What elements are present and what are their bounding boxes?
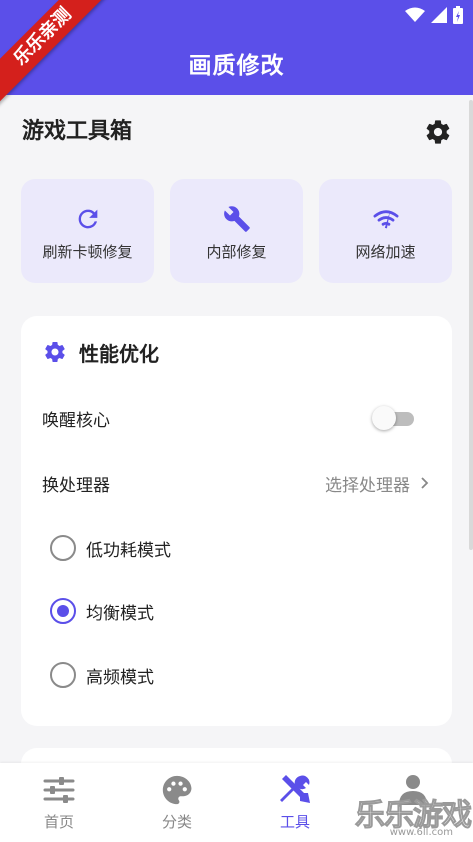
tool-grid: 刷新卡顿修复 内部修复 网络加速: [21, 179, 452, 283]
nav-label: 首页: [43, 813, 74, 831]
nav-category[interactable]: 分类: [118, 773, 236, 832]
gear-icon: [426, 120, 450, 144]
network-speed-icon: [373, 210, 398, 229]
toolbox-title: 游戏工具箱: [22, 119, 133, 144]
nav-tools[interactable]: 工具: [236, 773, 354, 832]
network-speedup-button[interactable]: 网络加速: [319, 179, 452, 283]
palette-icon: [162, 775, 192, 805]
gear-icon: [45, 342, 65, 362]
nav-label: 工具: [279, 813, 310, 831]
mode-high-frequency[interactable]: 高频模式: [50, 661, 154, 689]
battery-charging-icon: [453, 6, 463, 24]
performance-card: 性能优化 唤醒核心 换处理器 选择处理器 低功耗模式 均衡模式 高频模式: [21, 316, 452, 726]
settings-button[interactable]: [424, 118, 452, 146]
mode-label: 低功耗模式: [86, 540, 171, 561]
chevron-right-icon: [421, 477, 429, 489]
performance-header: 性能优化: [43, 338, 159, 366]
wake-core-label: 唤醒核心: [42, 410, 110, 431]
mode-balanced[interactable]: 均衡模式: [50, 597, 154, 625]
performance-title: 性能优化: [79, 341, 159, 366]
wake-core-row: 唤醒核心: [42, 403, 430, 433]
cpu-select-value: 选择处理器: [325, 475, 410, 496]
radio-button[interactable]: [50, 535, 76, 561]
tool-label: 网络加速: [355, 243, 416, 261]
radio-button[interactable]: [50, 598, 76, 624]
tool-label: 内部修复: [206, 243, 267, 261]
nav-home[interactable]: 首页: [0, 773, 118, 832]
cpu-row: 换处理器 选择处理器: [42, 468, 430, 498]
toolbox-header: 游戏工具箱: [22, 116, 452, 148]
wake-core-toggle[interactable]: [372, 406, 416, 430]
sliders-icon: [43, 777, 75, 803]
wifi-icon: [405, 7, 425, 22]
status-icons: [405, 6, 463, 24]
nav-label: 分类: [161, 813, 192, 831]
refresh-lag-fix-button[interactable]: 刷新卡顿修复: [21, 179, 154, 283]
tool-label: 刷新卡顿修复: [42, 243, 133, 261]
internal-fix-button[interactable]: 内部修复: [170, 179, 303, 283]
wrench-icon: [223, 206, 250, 232]
cpu-label: 换处理器: [42, 475, 110, 496]
radio-button[interactable]: [50, 662, 76, 688]
page-title: 画质修改: [188, 53, 285, 79]
signal-icon: [431, 7, 447, 23]
mode-label: 高频模式: [86, 667, 154, 688]
mode-label: 均衡模式: [86, 603, 154, 624]
watermark-url: www.6ll.com: [389, 827, 453, 838]
cpu-select[interactable]: 选择处理器: [325, 468, 430, 498]
refresh-icon: [78, 209, 97, 229]
mode-low-power[interactable]: 低功耗模式: [50, 534, 171, 562]
toggle-thumb: [372, 406, 396, 430]
scrollbar[interactable]: [469, 100, 473, 550]
tools-icon: [280, 775, 310, 803]
